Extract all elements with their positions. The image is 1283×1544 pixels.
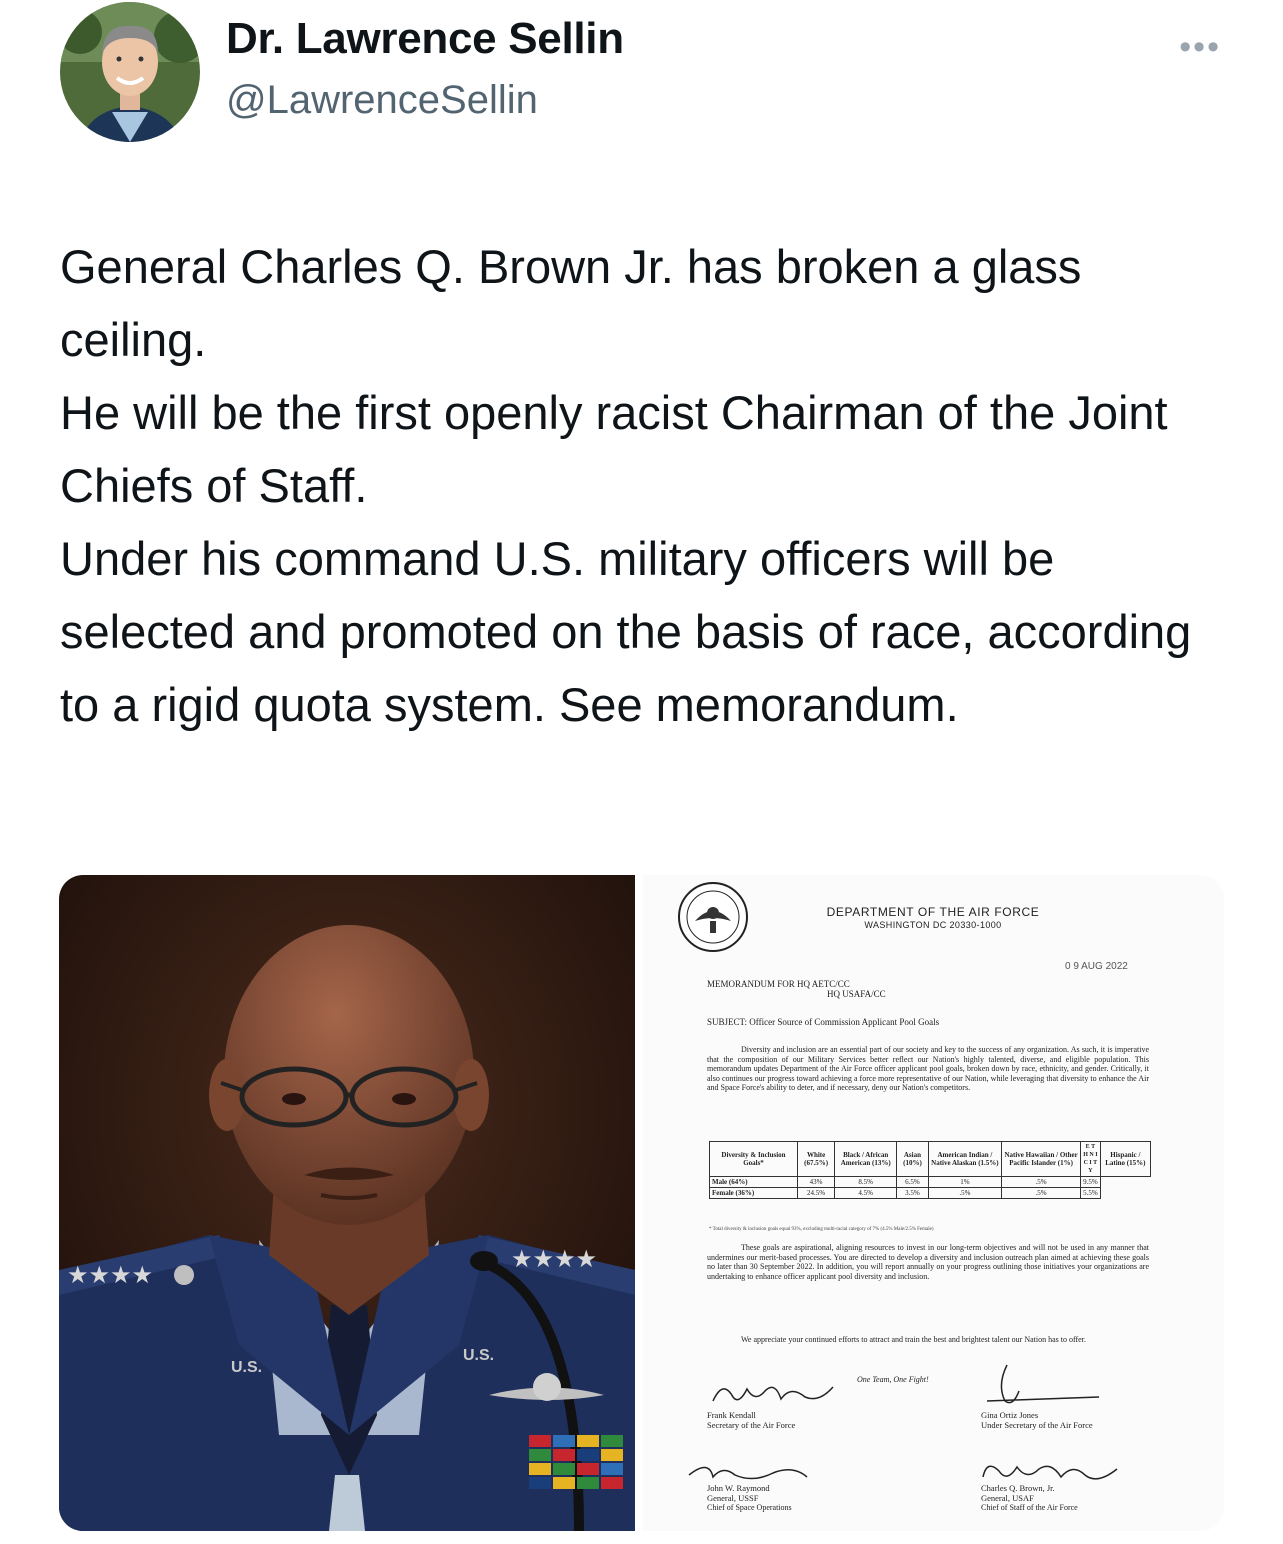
table-cell: 5.5% bbox=[1080, 1187, 1101, 1199]
author-handle[interactable]: @LawrenceSellin bbox=[226, 78, 538, 123]
table-header-cell: Asian (10%) bbox=[896, 1141, 929, 1177]
signer-title: Chief of Space Operations bbox=[707, 1503, 792, 1512]
table-header-cell: Hispanic / Latino (15%) bbox=[1099, 1141, 1152, 1177]
table-header-cell: American Indian / Native Alaskan (1.5%) bbox=[927, 1141, 1003, 1177]
signer-title: General, USAF bbox=[981, 1493, 1034, 1503]
signature-block: Frank Kendall Secretary of the Air Force bbox=[707, 1410, 795, 1430]
dept-heading: DEPARTMENT OF THE AIR FORCE WASHINGTON D… bbox=[733, 905, 1133, 930]
memo-for-line: MEMORANDUM FOR HQ AETC/CC bbox=[707, 979, 850, 989]
table-cell: 9.5% bbox=[1080, 1176, 1101, 1188]
general-portrait: ★★★★ ★★★★ U.S. U.S. bbox=[59, 875, 635, 1531]
signature-block: Gina Ortiz Jones Under Secretary of the … bbox=[981, 1410, 1093, 1430]
svg-text:★★★★: ★★★★ bbox=[67, 1261, 153, 1289]
memo-paragraph: We appreciate your continued efforts to … bbox=[741, 1335, 1086, 1344]
memo-subject: SUBJECT: Officer Source of Commission Ap… bbox=[707, 1017, 940, 1027]
table-row: Male (64%) 43% 8.5% 6.5% 1% .5% 9.5% bbox=[709, 1176, 1151, 1188]
dept-name: DEPARTMENT OF THE AIR FORCE bbox=[826, 905, 1040, 919]
table-cell: 24.5% bbox=[796, 1187, 836, 1199]
tweet-line: Under his command U.S. military officers… bbox=[60, 532, 1192, 731]
table-header-cell: White (67.5%) bbox=[796, 1141, 836, 1177]
table-cell: 8.5% bbox=[834, 1176, 898, 1188]
dept-address: WASHINGTON DC 20330-1000 bbox=[864, 920, 1002, 930]
avatar-photo bbox=[60, 2, 200, 142]
table-header-cell: Native Hawaiian / Other Pacific Islander… bbox=[1001, 1141, 1082, 1177]
table-row: Female (36%) 24.5% 4.5% 3.5% .5% .5% 5.5… bbox=[709, 1187, 1151, 1199]
table-cell: 6.5% bbox=[896, 1176, 929, 1188]
signer-title: Under Secretary of the Air Force bbox=[981, 1420, 1093, 1430]
media-memorandum[interactable]: DEPARTMENT OF THE AIR FORCE WASHINGTON D… bbox=[643, 875, 1224, 1531]
signature-block: John W. Raymond General, USSF Chief of S… bbox=[707, 1483, 792, 1513]
table-cell: 43% bbox=[796, 1176, 836, 1188]
table-footnote: * Total diversity & inclusion goals equa… bbox=[709, 1227, 934, 1232]
signer-title: Secretary of the Air Force bbox=[707, 1420, 796, 1430]
memo-motto: One Team, One Fight! bbox=[857, 1375, 929, 1384]
memo-for-line: HQ USAFA/CC bbox=[827, 989, 886, 999]
tweet-line: General Charles Q. Brown Jr. has broken … bbox=[60, 240, 1082, 366]
signature-kendall bbox=[712, 1386, 834, 1402]
table-cell: .5% bbox=[1001, 1176, 1082, 1188]
memo-paragraph: Diversity and inclusion are an essential… bbox=[707, 1045, 1149, 1093]
table-header-cell: Diversity & Inclusion Goals* bbox=[709, 1141, 798, 1177]
avatar[interactable] bbox=[60, 2, 200, 142]
tweet-line: He will be the first openly racist Chair… bbox=[60, 386, 1168, 512]
tweet-header: Dr. Lawrence Sellin @LawrenceSellin ••• bbox=[0, 0, 1283, 170]
table-header-cell: E T H N I C I T Y bbox=[1080, 1141, 1101, 1177]
memo-date: 0 9 AUG 2022 bbox=[1065, 961, 1128, 972]
signer-name: Charles Q. Brown, Jr. bbox=[981, 1483, 1055, 1493]
memo-paragraph: These goals are aspirational, aligning r… bbox=[707, 1243, 1149, 1281]
signer-name: John W. Raymond bbox=[707, 1483, 770, 1493]
signer-name: Gina Ortiz Jones bbox=[981, 1410, 1039, 1420]
patch-right: U.S. bbox=[463, 1347, 494, 1364]
signer-name: Frank Kendall bbox=[707, 1410, 756, 1420]
tweet-text: General Charles Q. Brown Jr. has broken … bbox=[60, 230, 1230, 741]
signer-title: General, USSF bbox=[707, 1493, 759, 1503]
patch-left: U.S. bbox=[231, 1359, 262, 1376]
table-header-cell: Black / African American (13%) bbox=[834, 1141, 898, 1177]
more-options-button[interactable]: ••• bbox=[1179, 28, 1221, 67]
table-cell: 1% bbox=[927, 1176, 1003, 1188]
table-cell: 3.5% bbox=[896, 1187, 929, 1199]
table-cell: .5% bbox=[1001, 1187, 1082, 1199]
svg-text:★★★★: ★★★★ bbox=[511, 1245, 597, 1273]
table-cell: .5% bbox=[927, 1187, 1003, 1199]
media-photo-general[interactable]: ★★★★ ★★★★ U.S. U.S. bbox=[59, 875, 635, 1531]
table-header-row: Diversity & Inclusion Goals* White (67.5… bbox=[709, 1141, 1152, 1177]
signature-block: Charles Q. Brown, Jr. General, USAF Chie… bbox=[981, 1483, 1078, 1513]
ellipsis-icon: ••• bbox=[1179, 28, 1221, 66]
goals-table: Diversity & Inclusion Goals* White (67.5… bbox=[709, 1141, 1152, 1199]
media-grid: ★★★★ ★★★★ U.S. U.S. DEPARTMENT OF THE AI… bbox=[59, 875, 1224, 1531]
table-cell: 4.5% bbox=[834, 1187, 898, 1199]
table-cell: Female (36%) bbox=[709, 1187, 798, 1199]
signer-title: Chief of Staff of the Air Force bbox=[981, 1503, 1078, 1512]
table-cell: Male (64%) bbox=[709, 1176, 798, 1188]
signature-jones bbox=[986, 1364, 1100, 1404]
author-name[interactable]: Dr. Lawrence Sellin bbox=[226, 14, 624, 64]
memo-for: MEMORANDUM FOR HQ AETC/CC HQ USAFA/CC bbox=[707, 979, 886, 999]
